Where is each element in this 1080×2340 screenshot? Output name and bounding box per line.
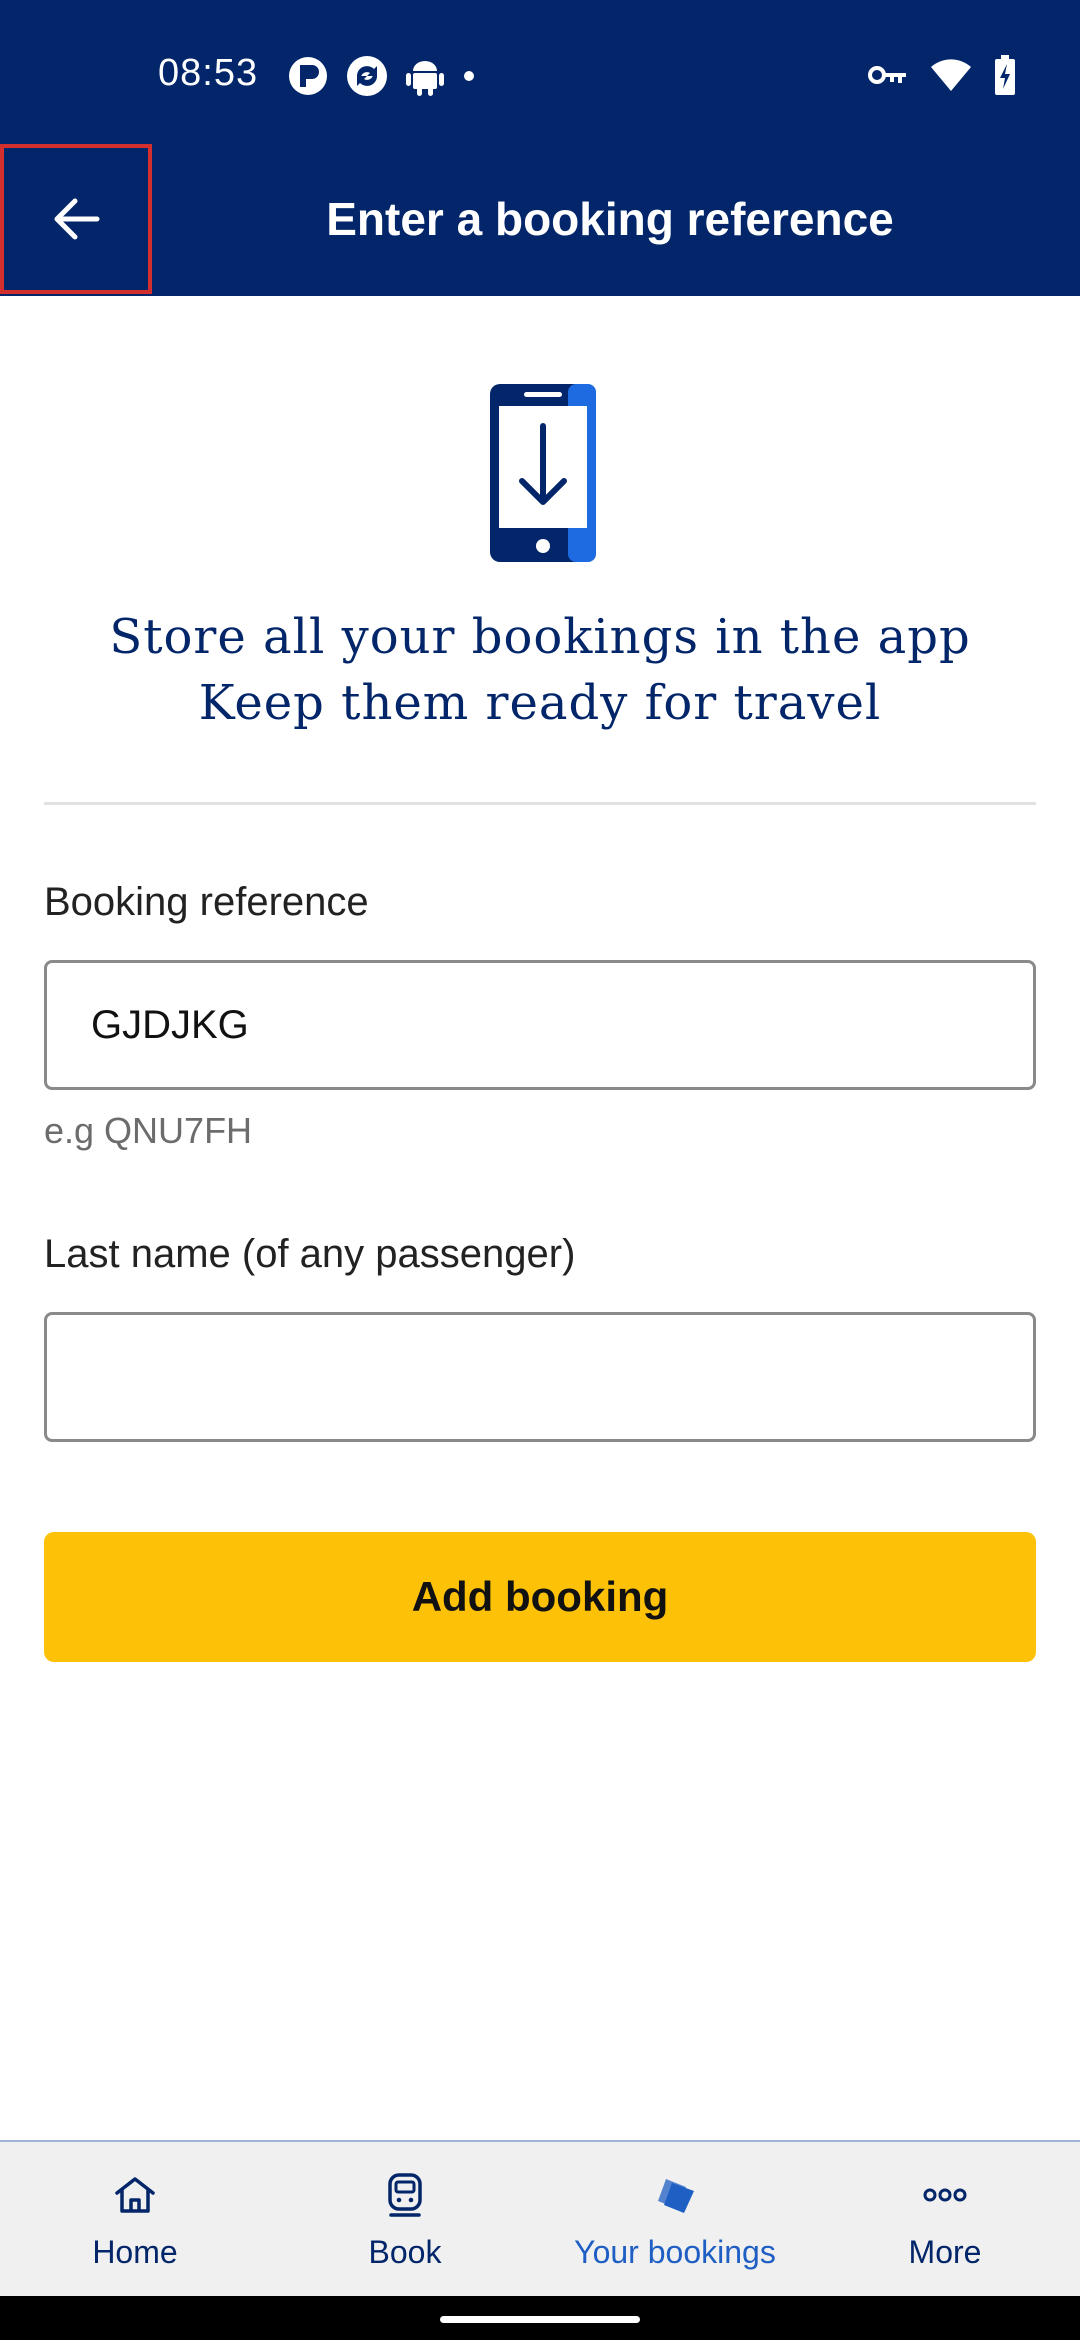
nav-label-book: Book: [368, 2233, 442, 2270]
dot-icon: [464, 71, 474, 81]
page-title: Enter a booking reference: [326, 193, 894, 245]
system-gesture-bar: [0, 2296, 1080, 2340]
booking-reference-hint: e.g QNU7FH: [44, 1110, 253, 1151]
android-icon: [406, 61, 444, 96]
vpn-key-icon: [868, 66, 906, 84]
nav-item-home[interactable]: Home: [0, 2142, 270, 2298]
battery-charging-icon: [995, 55, 1015, 95]
phone-download-icon: [490, 384, 596, 562]
system-icons: [868, 52, 1016, 98]
sync-app-icon: [347, 56, 387, 96]
hero-line-1: Store all your bookings in the app: [109, 609, 971, 665]
train-icon: [388, 2172, 422, 2217]
arrow-left-icon: [54, 198, 100, 240]
add-booking-button[interactable]: Add booking: [44, 1532, 1036, 1662]
nav-label-your-bookings: Your bookings: [574, 2233, 776, 2270]
app-header: 08:53 Enter a booking reference: [0, 0, 1080, 296]
notification-icons: [288, 54, 476, 98]
wifi-icon: [931, 59, 971, 91]
nav-label-more: More: [908, 2233, 982, 2270]
status-bar: 08:53: [0, 0, 1080, 150]
nav-item-your-bookings[interactable]: Your bookings: [540, 2142, 810, 2298]
tickets-icon: [658, 2178, 694, 2213]
last-name-label: Last name (of any passenger): [44, 1232, 576, 1276]
app-p-icon: [289, 57, 327, 95]
back-button[interactable]: [0, 144, 152, 294]
more-dots-icon: [923, 2188, 967, 2201]
booking-reference-input[interactable]: [44, 960, 1036, 1090]
home-icon: [115, 2176, 155, 2213]
nav-item-more[interactable]: More: [810, 2142, 1080, 2298]
home-gesture-handle[interactable]: [440, 2316, 640, 2323]
status-time: 08:53: [158, 52, 259, 94]
divider: [44, 802, 1036, 805]
nav-item-book[interactable]: Book: [270, 2142, 540, 2298]
nav-label-home: Home: [92, 2233, 178, 2270]
hero-line-2: Keep them ready for travel: [198, 675, 882, 731]
hero-message: Store all your bookings in the app Keep …: [40, 604, 1040, 736]
bottom-navigation: Home Book Your bookings More: [0, 2140, 1080, 2298]
booking-reference-label: Booking reference: [44, 880, 369, 924]
last-name-input[interactable]: [44, 1312, 1036, 1442]
